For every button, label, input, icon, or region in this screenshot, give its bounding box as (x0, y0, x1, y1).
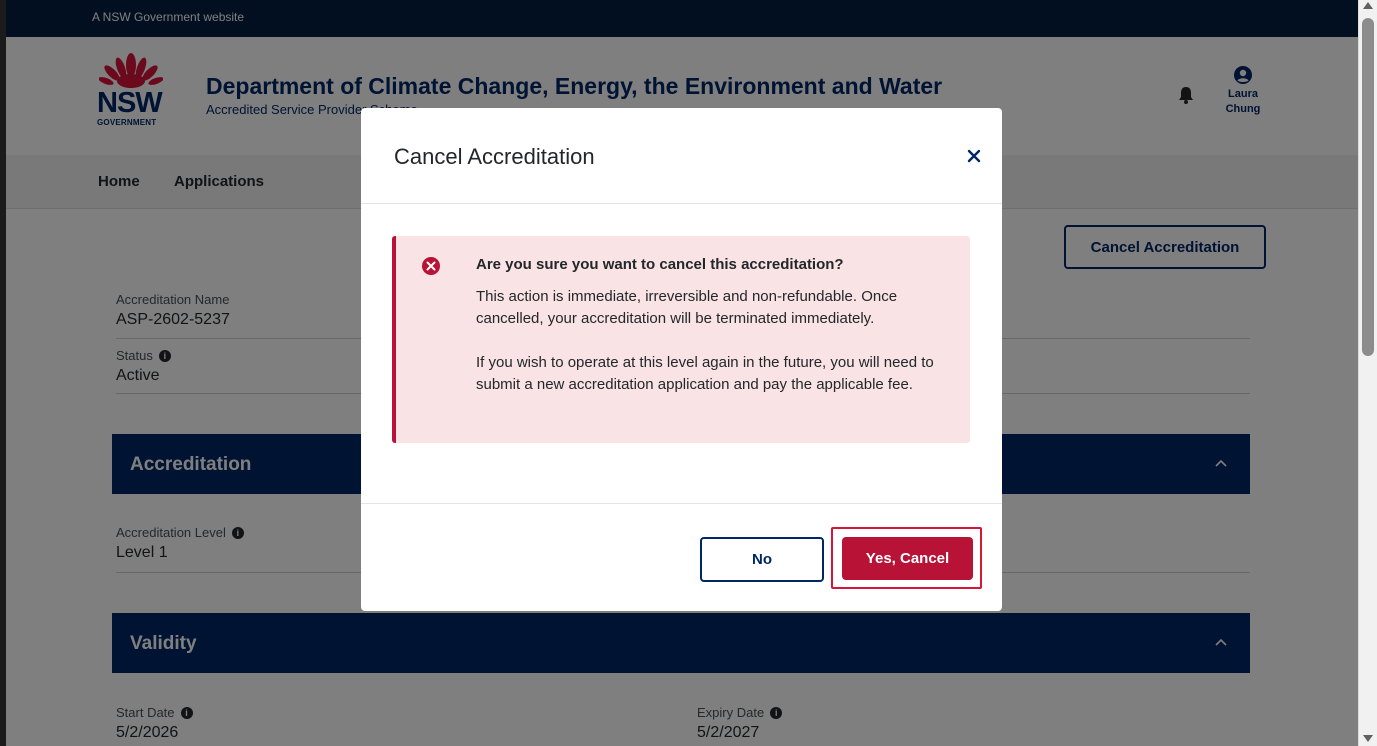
alert-title: Are you sure you want to cancel this acc… (476, 256, 844, 273)
warning-alert: Are you sure you want to cancel this acc… (392, 236, 970, 443)
error-icon (422, 257, 440, 275)
cancel-accreditation-dialog: Cancel Accreditation Are you sure you wa… (361, 108, 1002, 611)
no-button[interactable]: No (700, 537, 824, 582)
scroll-down-arrow-icon[interactable] (1363, 735, 1373, 742)
alert-paragraph: This action is immediate, irreversible a… (476, 288, 898, 327)
close-icon[interactable] (964, 146, 984, 166)
scroll-up-arrow-icon[interactable] (1363, 2, 1373, 9)
dialog-header: Cancel Accreditation (361, 108, 1002, 204)
yes-cancel-button[interactable]: Yes, Cancel (842, 537, 973, 580)
vertical-scrollbar[interactable] (1358, 0, 1377, 746)
dialog-title: Cancel Accreditation (394, 144, 595, 169)
dialog-footer: No Yes, Cancel (361, 503, 1002, 611)
alert-paragraph: If you wish to operate at this level aga… (476, 354, 934, 393)
alert-body: This action is immediate, irreversible a… (476, 286, 956, 396)
scrollbar-thumb[interactable] (1362, 18, 1374, 356)
browser-viewport: A NSW Government website NSW GOVERNMENT … (6, 0, 1358, 746)
highlight-box: Yes, Cancel (831, 527, 982, 589)
